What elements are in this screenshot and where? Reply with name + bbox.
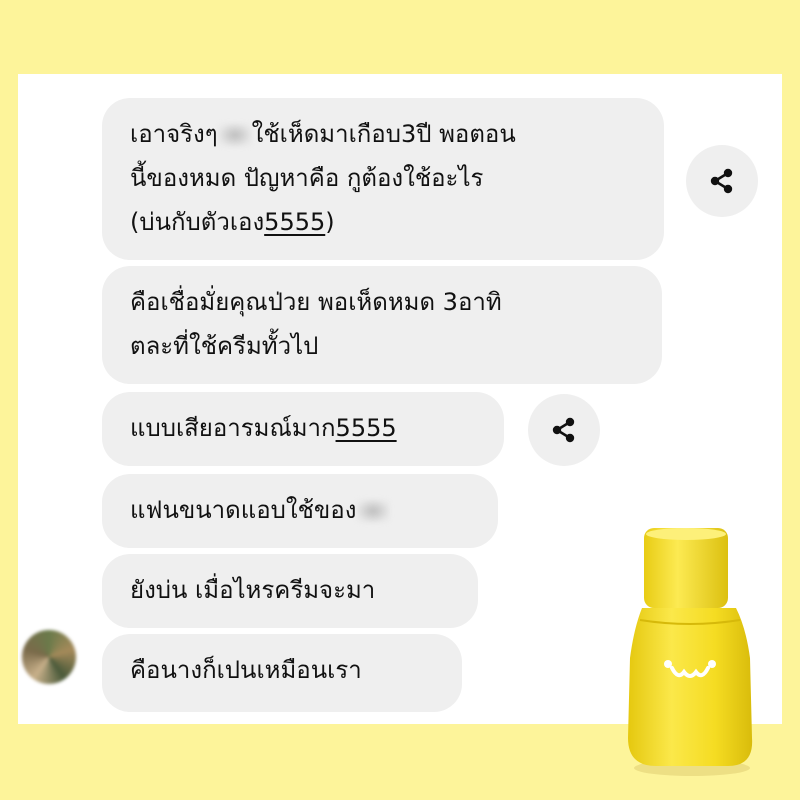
message-bubble-5[interactable]: ยังบ่น เมื่อไหรครีมจะมา [102,554,478,628]
message-line: แฟนขนาดแอบใช้ของ [130,488,476,532]
message-line: ยังบ่น เมื่อไหรครีมจะมา [130,576,376,604]
share-button-1[interactable] [686,145,758,217]
avatar[interactable] [22,630,76,684]
message-line: คือเชื่อมั่ยคุณป่วย พอเห็ดหมด 3อาทิ [130,288,502,316]
underlined-text: 5555 [264,208,326,236]
blurred-name [217,123,252,147]
share-icon [552,417,575,443]
blurred-name [356,499,391,523]
message-line: (บ่นกับตัวเอง5555) [130,208,335,236]
message-line: ตละที่ใช้ครีมทั้วไป [130,332,319,360]
message-bubble-6[interactable]: คือนางก็เปนเหมือนเรา [102,634,462,712]
message-line: แบบเสียอารมณ์มาก5555 [130,414,397,442]
message-bubble-2[interactable]: คือเชื่อมั่ยคุณป่วย พอเห็ดหมด 3อาทิ ตละท… [102,266,662,384]
message-line: เอาจริงๆ ใช้เห็ดมาเกือบ3ปี พอตอน [130,120,516,148]
message-line: นี้ของหมด ปัญหาคือ กูต้องใช้อะไร [130,164,484,192]
message-line: คือนางก็เปนเหมือนเรา [130,656,362,684]
yellow-bottle-image [628,528,753,776]
underlined-text: 5555 [335,414,397,442]
message-bubble-3[interactable]: แบบเสียอารมณ์มาก5555 [102,392,504,466]
share-button-2[interactable] [528,394,600,466]
message-bubble-1[interactable]: เอาจริงๆ ใช้เห็ดมาเกือบ3ปี พอตอน นี้ของหม… [102,98,664,260]
message-bubble-4[interactable]: แฟนขนาดแอบใช้ของ [102,474,498,548]
share-icon [710,168,733,194]
